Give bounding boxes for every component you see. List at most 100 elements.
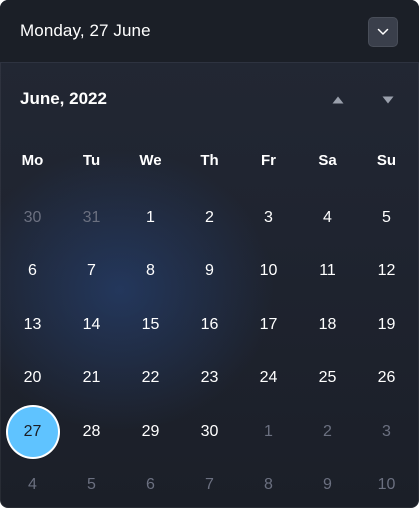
- triangle-up-icon: [332, 91, 344, 109]
- day-cell[interactable]: 30: [3, 191, 62, 245]
- day-number: 14: [82, 315, 101, 333]
- next-month-button[interactable]: [373, 86, 403, 114]
- day-number: 6: [146, 476, 155, 494]
- day-cell[interactable]: 5: [62, 459, 121, 508]
- previous-month-button[interactable]: [323, 86, 353, 114]
- day-number: 11: [319, 262, 336, 280]
- day-number: 9: [205, 262, 214, 280]
- day-number: 31: [82, 208, 101, 226]
- day-number: 28: [82, 422, 101, 440]
- day-cell[interactable]: 18: [298, 298, 357, 352]
- day-number: 15: [141, 315, 160, 333]
- day-number: 7: [87, 262, 96, 280]
- day-number: 4: [28, 476, 37, 494]
- day-cell[interactable]: 4: [298, 191, 357, 245]
- day-cell[interactable]: 14: [62, 298, 121, 352]
- day-number: 5: [87, 476, 96, 494]
- weekday-header-row: Mo Tu We Th Fr Sa Su: [3, 136, 416, 184]
- day-cell[interactable]: 31: [62, 191, 121, 245]
- day-cell[interactable]: 10: [357, 459, 416, 508]
- day-number: 2: [323, 422, 332, 440]
- day-cell[interactable]: 2: [298, 405, 357, 459]
- day-number: 9: [323, 476, 332, 494]
- day-number: 13: [23, 315, 42, 333]
- day-number: 1: [264, 422, 273, 440]
- day-cell[interactable]: 26: [357, 352, 416, 406]
- month-year-label[interactable]: June, 2022: [20, 89, 107, 109]
- calendar-header: Monday, 27 June: [0, 0, 419, 63]
- day-cell[interactable]: 6: [3, 245, 62, 299]
- day-cell[interactable]: 8: [121, 245, 180, 299]
- day-cells: 30 31 1 2 3 4 5 6 7 8 9 10 11 12 13 14 15 16 17 18 19 20 21 22 2…: [3, 191, 416, 508]
- current-date-text: Monday, 27 June: [20, 21, 151, 40]
- day-cell[interactable]: 22: [121, 352, 180, 406]
- day-cell[interactable]: 9: [298, 459, 357, 508]
- day-number: 1: [146, 208, 155, 226]
- day-cell[interactable]: 4: [3, 459, 62, 508]
- day-cell[interactable]: 7: [62, 245, 121, 299]
- day-cell[interactable]: 20: [3, 352, 62, 406]
- day-cell[interactable]: 30: [180, 405, 239, 459]
- day-cell[interactable]: 8: [239, 459, 298, 508]
- day-cell[interactable]: 5: [357, 191, 416, 245]
- day-cell[interactable]: 23: [180, 352, 239, 406]
- day-cell[interactable]: 13: [3, 298, 62, 352]
- day-cell[interactable]: 16: [180, 298, 239, 352]
- collapse-calendar-button[interactable]: [368, 17, 398, 47]
- day-cell[interactable]: 2: [180, 191, 239, 245]
- chevron-down-icon: [377, 28, 389, 36]
- day-cell[interactable]: 15: [121, 298, 180, 352]
- day-number: 21: [82, 369, 101, 387]
- day-cell[interactable]: 3: [239, 191, 298, 245]
- weekday-label: Tu: [82, 151, 101, 169]
- day-number: 30: [200, 422, 219, 440]
- day-number: 19: [377, 315, 396, 333]
- day-number: 20: [23, 369, 42, 387]
- day-cell[interactable]: 28: [62, 405, 121, 459]
- day-number: 26: [377, 369, 396, 387]
- day-cell[interactable]: 24: [239, 352, 298, 406]
- day-number: 7: [205, 476, 214, 494]
- day-number: 6: [28, 262, 37, 280]
- day-cell[interactable]: 25: [298, 352, 357, 406]
- day-number: 24: [259, 369, 278, 387]
- calendar-flyout: Monday, 27 June June, 2022 Mo Tu We Th F…: [0, 0, 419, 508]
- weekday-label: Mo: [21, 151, 44, 169]
- weekday-label: Su: [376, 151, 397, 169]
- day-number: 30: [23, 208, 42, 226]
- day-cell[interactable]: 1: [239, 405, 298, 459]
- day-cell[interactable]: 9: [180, 245, 239, 299]
- weekday-label: Fr: [261, 151, 276, 169]
- day-number: 5: [382, 208, 391, 226]
- day-number: 8: [264, 476, 273, 494]
- weekday-label: We: [139, 151, 162, 169]
- day-cell[interactable]: 19: [357, 298, 416, 352]
- day-number: 25: [318, 369, 337, 387]
- day-cell[interactable]: 29: [121, 405, 180, 459]
- day-number: 8: [146, 262, 155, 280]
- day-number: 12: [377, 262, 396, 280]
- day-number: 18: [318, 315, 337, 333]
- day-cell[interactable]: 3: [357, 405, 416, 459]
- weekday-label: Th: [200, 151, 219, 169]
- day-cell[interactable]: 1: [121, 191, 180, 245]
- day-cell[interactable]: 6: [121, 459, 180, 508]
- selected-day-cell[interactable]: 27: [3, 405, 62, 459]
- day-cell[interactable]: 21: [62, 352, 121, 406]
- day-cell[interactable]: 10: [239, 245, 298, 299]
- day-number: 3: [382, 422, 391, 440]
- day-cell[interactable]: 12: [357, 245, 416, 299]
- calendar-grid: Mo Tu We Th Fr Sa Su 30 31 1 2 3 4 5 6 7 8 9 10 11 12…: [3, 136, 416, 508]
- day-number: 2: [205, 208, 214, 226]
- day-cell[interactable]: 11: [298, 245, 357, 299]
- day-number: 3: [264, 208, 273, 226]
- weekday-label: Sa: [318, 151, 337, 169]
- day-number: 17: [259, 315, 278, 333]
- day-number: 4: [323, 208, 332, 226]
- day-number: 16: [200, 315, 219, 333]
- day-number: 10: [377, 476, 396, 494]
- day-cell[interactable]: 17: [239, 298, 298, 352]
- day-number: 23: [200, 369, 219, 387]
- day-cell[interactable]: 7: [180, 459, 239, 508]
- day-number: 22: [141, 369, 160, 387]
